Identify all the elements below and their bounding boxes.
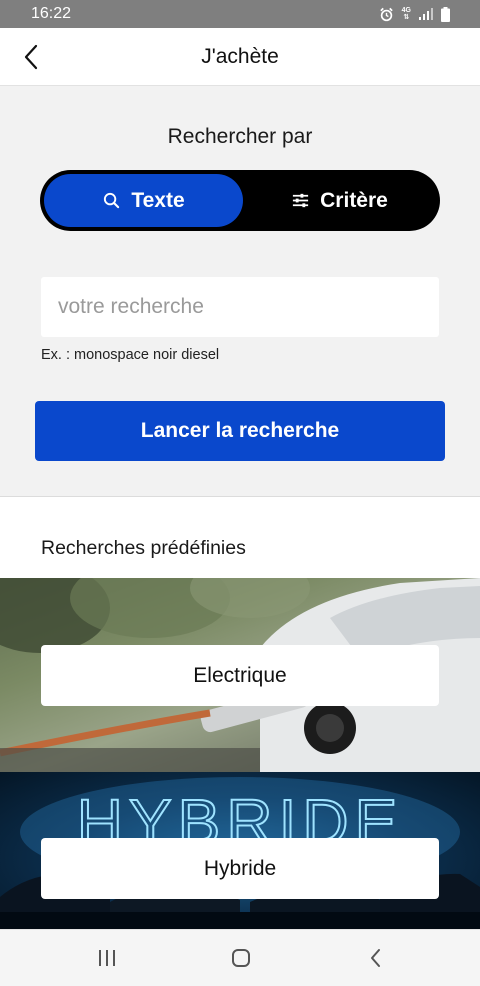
signal-icon: [419, 8, 433, 20]
network-arrows-icon: ⇅: [403, 14, 410, 21]
search-by-label: Rechercher par: [167, 125, 313, 148]
electric-banner: Electrique: [0, 578, 480, 772]
launch-search-button[interactable]: Lancer la recherche: [35, 401, 445, 461]
tab-texte-label: Texte: [131, 188, 185, 212]
hybride-button[interactable]: Hybride: [41, 838, 439, 899]
system-back-button[interactable]: [356, 942, 396, 974]
hybrid-banner: HYBRIDE Hybride: [0, 772, 480, 929]
status-time: 16:22: [31, 5, 72, 22]
search-icon: [104, 192, 120, 209]
alarm-icon: [379, 7, 393, 21]
sliders-icon: [293, 193, 309, 208]
tab-critere-label: Critère: [320, 188, 388, 212]
search-input[interactable]: [41, 277, 439, 337]
chevron-left-icon: [24, 44, 38, 70]
network-type: 4G: [401, 7, 411, 14]
tab-texte[interactable]: Texte: [44, 174, 243, 227]
back-button[interactable]: [14, 40, 48, 74]
predefined-searches-section: Recherches prédéfinies Electrique HYBRID…: [0, 497, 480, 929]
page-title: J'achète: [201, 45, 279, 68]
electrique-button[interactable]: Electrique: [41, 645, 439, 706]
battery-icon: [441, 6, 450, 22]
system-nav-bar: [0, 929, 480, 986]
predefined-searches-title: Recherches prédéfinies: [41, 537, 246, 559]
search-mode-toggle: Texte Critère: [40, 170, 440, 231]
back-icon: [371, 949, 380, 967]
recent-apps-icon: [99, 950, 115, 966]
network-indicator: 4G ⇅: [402, 7, 411, 21]
home-button[interactable]: [221, 942, 261, 974]
status-icons: 4G ⇅: [379, 6, 450, 22]
app-header: J'achète: [0, 28, 480, 86]
search-section: Rechercher par Texte Critère Ex. : monos…: [0, 87, 480, 496]
recent-apps-button[interactable]: [87, 942, 127, 974]
tab-critere[interactable]: Critère: [243, 174, 436, 227]
status-bar: 16:22 4G ⇅: [0, 0, 480, 28]
home-icon: [232, 949, 250, 967]
search-hint: Ex. : monospace noir diesel: [41, 347, 220, 363]
